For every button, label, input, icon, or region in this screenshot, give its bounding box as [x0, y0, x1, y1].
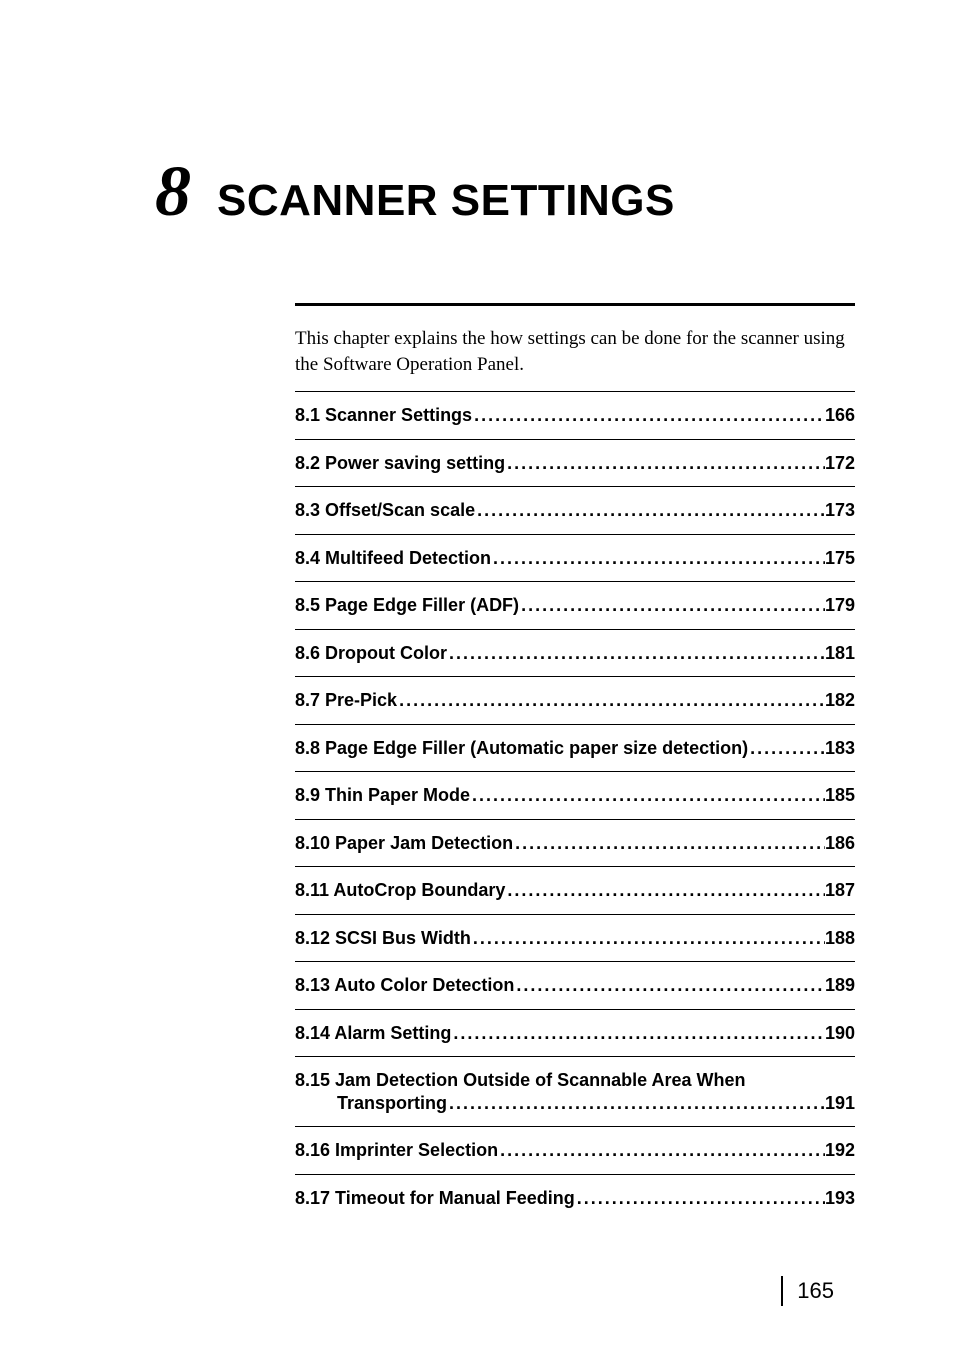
toc-page: 179: [825, 594, 855, 617]
toc-page: 166: [825, 404, 855, 427]
toc-entry: 8.17 Timeout for Manual Feeding 193: [295, 1174, 855, 1222]
chapter-rule: [295, 303, 855, 306]
toc-leader-dots: [447, 642, 825, 665]
toc-leader-dots: [397, 689, 825, 712]
toc-leader-dots: [472, 404, 825, 427]
toc-label: 8.1 Scanner Settings: [295, 404, 472, 427]
table-of-contents: 8.1 Scanner Settings 166 8.2 Power savin…: [295, 391, 855, 1221]
toc-entry: 8.8 Page Edge Filler (Automatic paper si…: [295, 724, 855, 772]
page-number-rule: [781, 1276, 783, 1306]
toc-page: 172: [825, 452, 855, 475]
toc-label: 8.16 Imprinter Selection: [295, 1139, 498, 1162]
toc-leader-dots: [471, 927, 825, 950]
toc-label: 8.11 AutoCrop Boundary: [295, 879, 505, 902]
chapter-heading: 8 SCANNER SETTINGS: [155, 150, 834, 233]
toc-entry: 8.13 Auto Color Detection 189: [295, 961, 855, 1009]
toc-page: 181: [825, 642, 855, 665]
toc-leader-dots: [475, 499, 825, 522]
toc-entry: 8.6 Dropout Color 181: [295, 629, 855, 677]
toc-entry: 8.9 Thin Paper Mode 185: [295, 771, 855, 819]
toc-label: 8.13 Auto Color Detection: [295, 974, 514, 997]
toc-page: 183: [825, 737, 855, 760]
toc-leader-dots: [470, 784, 825, 807]
toc-leader-dots: [748, 737, 825, 760]
toc-label-continued: Transporting: [337, 1092, 447, 1115]
toc-leader-dots: [498, 1139, 825, 1162]
toc-label: 8.14 Alarm Setting: [295, 1022, 451, 1045]
toc-entry: 8.4 Multifeed Detection 175: [295, 534, 855, 582]
toc-label: 8.10 Paper Jam Detection: [295, 832, 513, 855]
toc-page: 185: [825, 784, 855, 807]
toc-leader-dots: [505, 879, 825, 902]
toc-label: 8.4 Multifeed Detection: [295, 547, 491, 570]
toc-leader-dots: [505, 452, 825, 475]
toc-entry: 8.1 Scanner Settings 166: [295, 391, 855, 439]
toc-leader-dots: [451, 1022, 825, 1045]
toc-page: 187: [825, 879, 855, 902]
toc-leader-dots: [575, 1187, 825, 1210]
toc-entry: 8.14 Alarm Setting 190: [295, 1009, 855, 1057]
toc-page: 186: [825, 832, 855, 855]
toc-entry: 8.12 SCSI Bus Width 188: [295, 914, 855, 962]
toc-label: 8.12 SCSI Bus Width: [295, 927, 471, 950]
toc-label: 8.15 Jam Detection Outside of Scannable …: [295, 1069, 855, 1092]
toc-entry: 8.10 Paper Jam Detection 186: [295, 819, 855, 867]
toc-page: 182: [825, 689, 855, 712]
toc-leader-dots: [513, 832, 825, 855]
toc-label: 8.9 Thin Paper Mode: [295, 784, 470, 807]
content-area: This chapter explains the how settings c…: [295, 303, 855, 1221]
chapter-title: SCANNER SETTINGS: [217, 176, 675, 225]
page: 8 SCANNER SETTINGS This chapter explains…: [0, 0, 954, 1351]
toc-label: 8.17 Timeout for Manual Feeding: [295, 1187, 575, 1210]
toc-entry: 8.7 Pre-Pick 182: [295, 676, 855, 724]
toc-label: 8.3 Offset/Scan scale: [295, 499, 475, 522]
page-number-block: 165: [781, 1276, 834, 1306]
toc-leader-dots: [519, 594, 825, 617]
toc-page: 175: [825, 547, 855, 570]
chapter-intro: This chapter explains the how settings c…: [295, 326, 855, 377]
toc-page: 190: [825, 1022, 855, 1045]
toc-leader-dots: [447, 1092, 825, 1115]
toc-label: 8.5 Page Edge Filler (ADF): [295, 594, 519, 617]
toc-label: 8.2 Power saving setting: [295, 452, 505, 475]
toc-page: 188: [825, 927, 855, 950]
toc-label: 8.8 Page Edge Filler (Automatic paper si…: [295, 737, 748, 760]
toc-label: 8.7 Pre-Pick: [295, 689, 397, 712]
toc-entry: 8.15 Jam Detection Outside of Scannable …: [295, 1056, 855, 1126]
toc-entry: 8.5 Page Edge Filler (ADF) 179: [295, 581, 855, 629]
toc-label: 8.6 Dropout Color: [295, 642, 447, 665]
toc-page: 191: [825, 1092, 855, 1115]
toc-page: 189: [825, 974, 855, 997]
toc-entry: 8.2 Power saving setting 172: [295, 439, 855, 487]
page-number: 165: [797, 1278, 834, 1304]
toc-entry: 8.16 Imprinter Selection 192: [295, 1126, 855, 1174]
toc-page: 173: [825, 499, 855, 522]
toc-page: 192: [825, 1139, 855, 1162]
chapter-number: 8: [155, 151, 191, 231]
toc-leader-dots: [491, 547, 825, 570]
toc-leader-dots: [514, 974, 825, 997]
toc-entry: 8.11 AutoCrop Boundary 187: [295, 866, 855, 914]
toc-page: 193: [825, 1187, 855, 1210]
toc-entry: 8.3 Offset/Scan scale 173: [295, 486, 855, 534]
